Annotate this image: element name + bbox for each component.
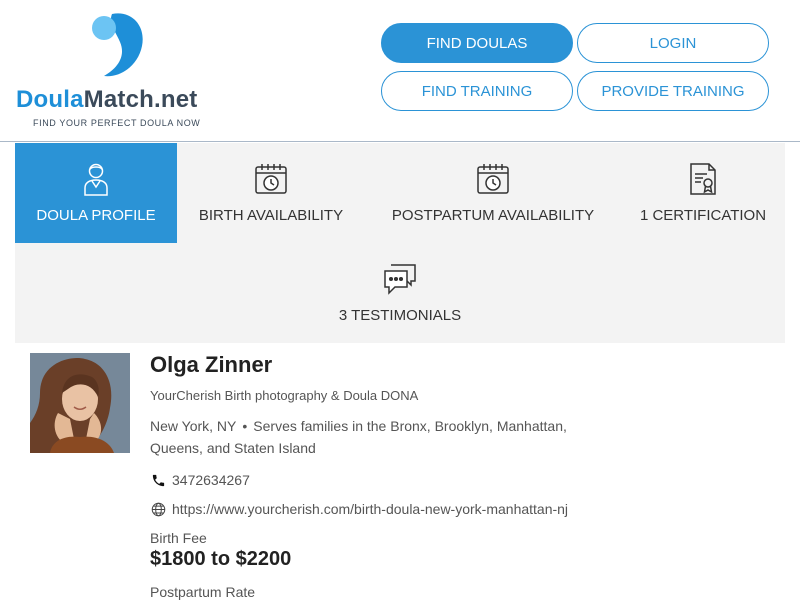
location-city: New York, NY bbox=[150, 418, 237, 434]
find-training-button[interactable]: FIND TRAINING bbox=[381, 71, 573, 111]
separator-dot: • bbox=[242, 418, 248, 434]
tab-label: BIRTH AVAILABILITY bbox=[198, 207, 344, 224]
tab-postpartum-availability[interactable]: POSTPARTUM AVAILABILITY bbox=[365, 143, 621, 243]
tab-label: 1 CERTIFICATION bbox=[639, 207, 767, 224]
tab-label: POSTPARTUM AVAILABILITY bbox=[391, 207, 595, 224]
doula-organization: YourCherish Birth photography & Doula DO… bbox=[150, 388, 419, 403]
site-header: DoulaMatch.net FIND YOUR PERFECT DOULA N… bbox=[0, 0, 800, 142]
birth-fee-value: $1800 to $2200 bbox=[150, 548, 292, 570]
birth-fee-label: Birth Fee bbox=[150, 530, 207, 546]
tab-certification[interactable]: 1 CERTIFICATION bbox=[621, 143, 785, 243]
phone-row[interactable]: 3472634267 bbox=[150, 472, 250, 488]
provide-training-button[interactable]: PROVIDE TRAINING bbox=[577, 71, 769, 111]
profile-tabs: DOULA PROFILE BIRTH AVAILABILITY POSTPAR bbox=[15, 143, 785, 343]
logo-text: DoulaMatch.net bbox=[16, 86, 198, 113]
chat-bubbles-icon bbox=[384, 264, 416, 295]
doula-location: New York, NY • Serves families in the Bron… bbox=[150, 415, 620, 459]
calendar-clock-icon bbox=[477, 164, 509, 194]
globe-icon bbox=[150, 501, 166, 517]
logo-mark-icon bbox=[92, 13, 143, 77]
tab-label: DOULA PROFILE bbox=[36, 207, 156, 224]
calendar-clock-icon bbox=[255, 164, 287, 194]
tab-testimonials[interactable]: 3 TESTIMONIALS bbox=[15, 243, 785, 343]
doula-photo bbox=[30, 353, 130, 453]
logo-tagline: FIND YOUR PERFECT DOULA NOW bbox=[33, 118, 201, 128]
website-row[interactable]: https://www.yourcherish.com/birth-doula-… bbox=[150, 501, 568, 517]
postpartum-rate-label: Postpartum Rate bbox=[150, 584, 256, 600]
find-doulas-button[interactable]: FIND DOULAS bbox=[381, 23, 573, 63]
website-link[interactable]: https://www.yourcherish.com/birth-doula-… bbox=[172, 501, 568, 517]
doula-name: Olga Zinner bbox=[150, 352, 273, 377]
tab-label: 3 TESTIMONIALS bbox=[338, 307, 462, 324]
tab-birth-availability[interactable]: BIRTH AVAILABILITY bbox=[177, 143, 365, 243]
phone-icon bbox=[150, 472, 166, 488]
site-logo[interactable]: DoulaMatch.net FIND YOUR PERFECT DOULA N… bbox=[16, 12, 226, 132]
certificate-icon bbox=[690, 163, 716, 195]
phone-number[interactable]: 3472634267 bbox=[172, 472, 250, 488]
login-button[interactable]: LOGIN bbox=[577, 23, 769, 63]
tab-doula-profile[interactable]: DOULA PROFILE bbox=[15, 143, 177, 243]
doula-person-icon bbox=[84, 163, 108, 196]
